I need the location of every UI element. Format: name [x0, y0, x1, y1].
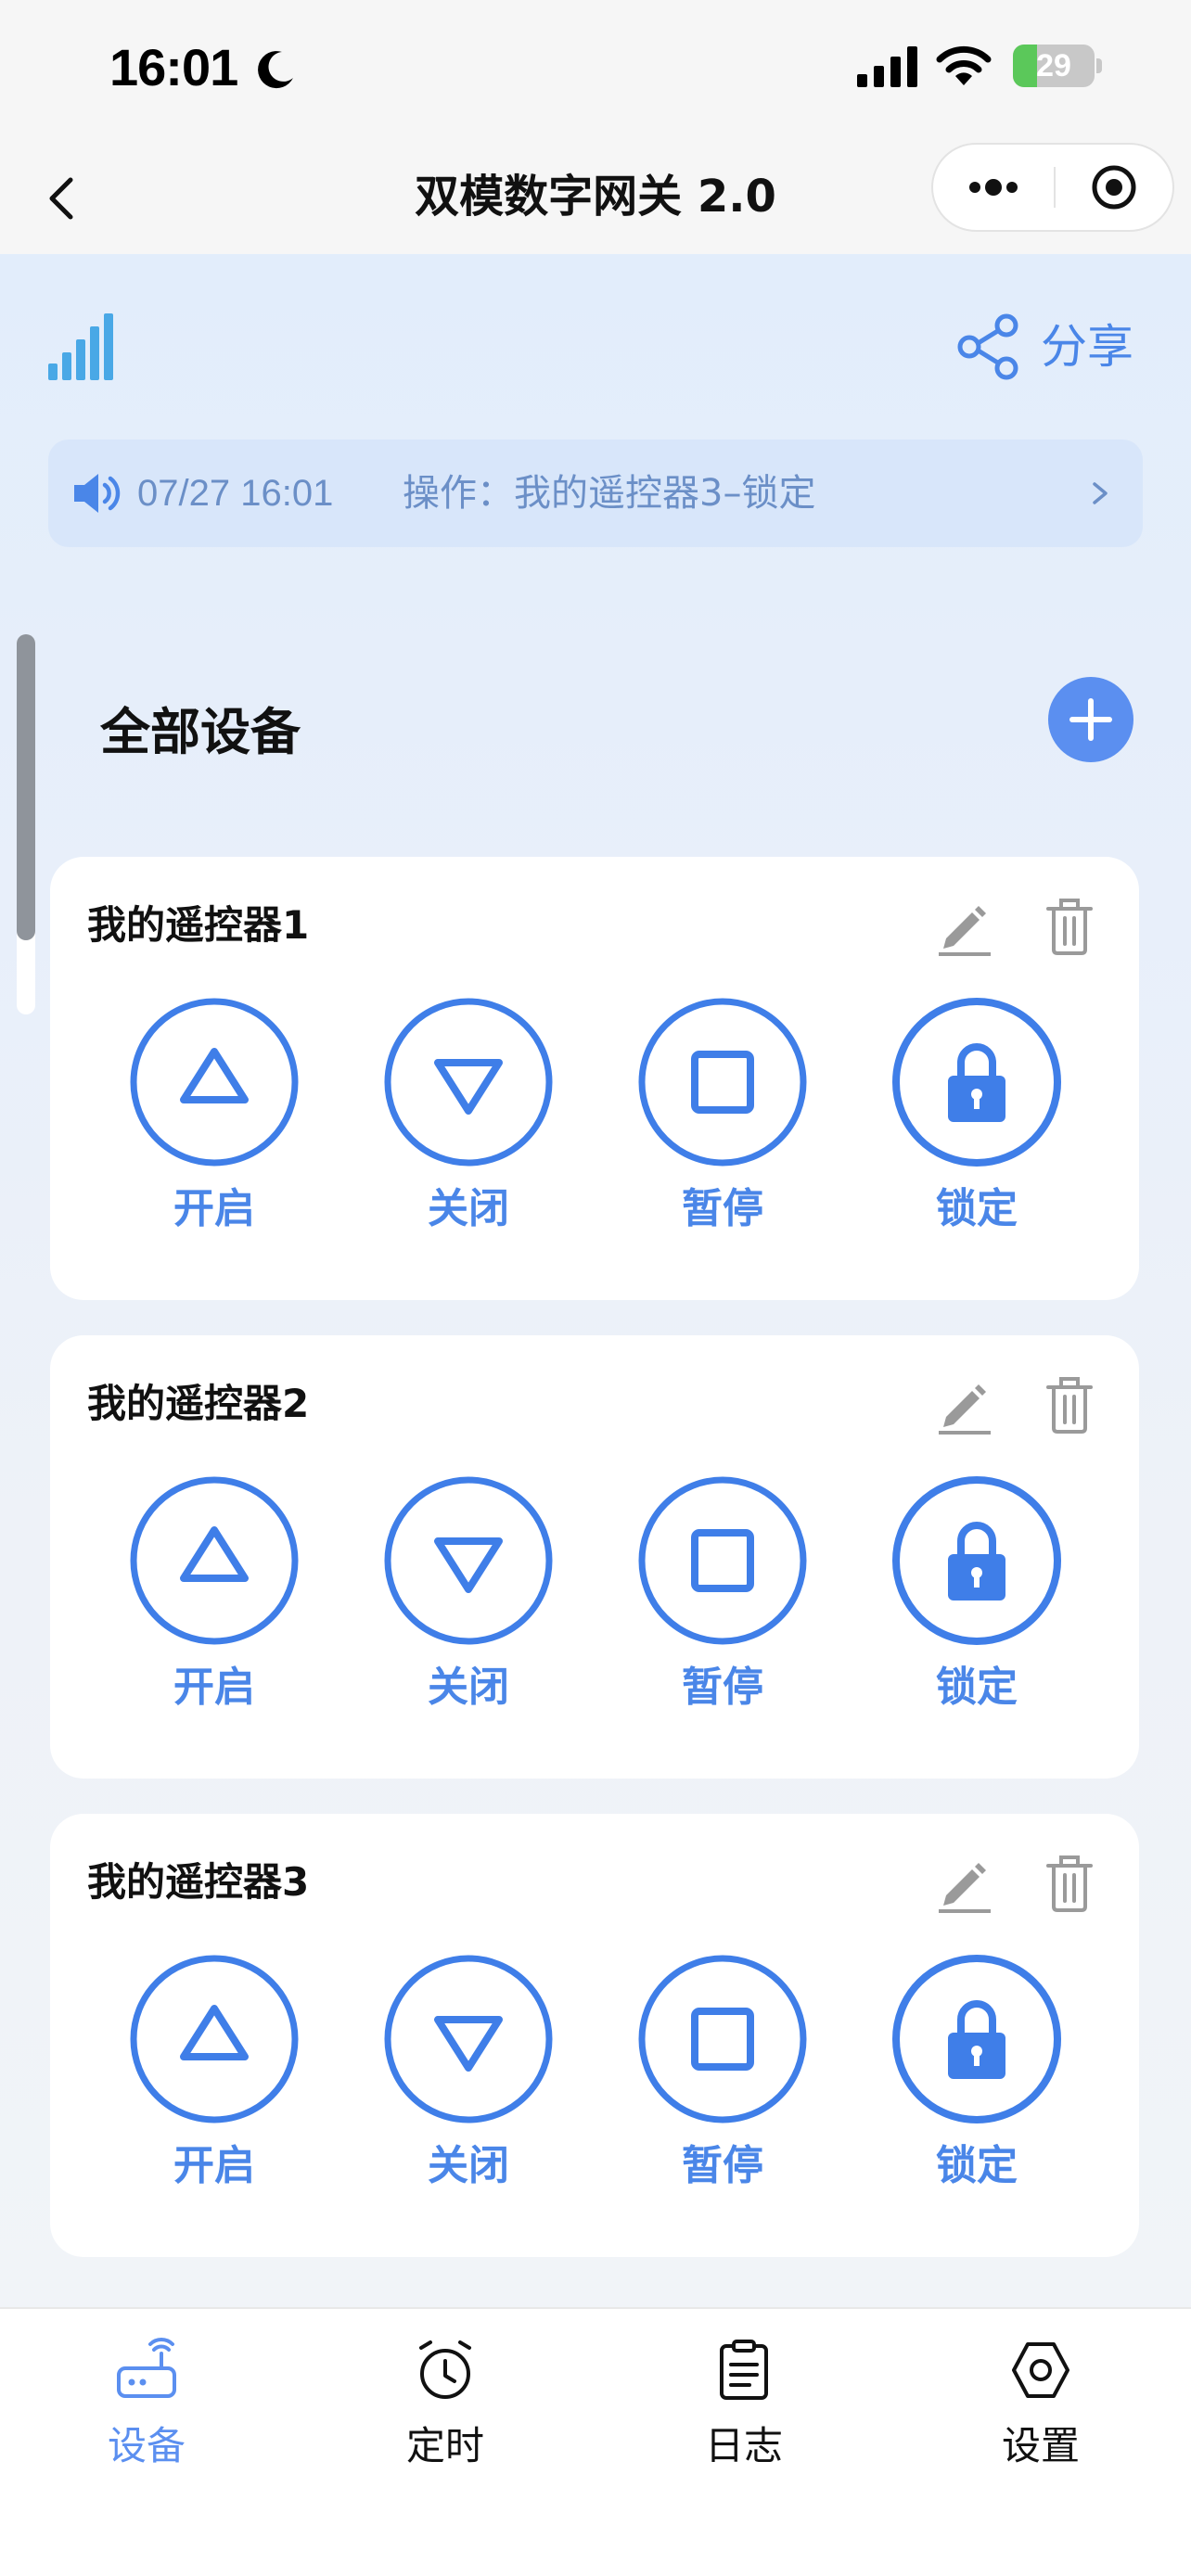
lock-icon	[892, 998, 1061, 1167]
tab-timer[interactable]: 定时	[352, 2337, 538, 2485]
delete-button[interactable]	[1035, 1371, 1104, 1439]
notice-text: 操作：我的遥控器3–锁定	[403, 472, 816, 515]
lock-button[interactable]: 锁定	[890, 996, 1063, 1237]
cellular-signal-icon	[857, 46, 917, 87]
open-button[interactable]: 开启	[128, 996, 301, 1237]
operation-notice[interactable]: 07/27 16:01 操作：我的遥控器3–锁定	[48, 440, 1143, 547]
stop-square-icon	[638, 1955, 807, 2123]
tab-label: 日志	[704, 2423, 783, 2468]
status-bar: 16:01 29	[0, 0, 1191, 139]
edit-button[interactable]	[929, 1371, 998, 1439]
lock-button[interactable]: 锁定	[890, 1953, 1063, 2194]
scrollbar-thumb[interactable]	[17, 634, 35, 940]
triangle-up-icon	[130, 1955, 299, 2123]
trash-icon	[1046, 899, 1093, 955]
triangle-down-icon	[384, 998, 553, 1167]
close-label: 关闭	[428, 1664, 509, 1711]
battery-percent: 29	[1036, 48, 1071, 83]
trash-icon	[1046, 1855, 1093, 1912]
plus-icon	[1069, 698, 1112, 741]
close-miniprogram-button[interactable]	[1056, 145, 1172, 230]
tab-settings[interactable]: 设置	[948, 2337, 1133, 2485]
section-title: 全部设备	[100, 703, 301, 761]
lock-button[interactable]: 锁定	[890, 1474, 1063, 1715]
lock-icon	[892, 1476, 1061, 1645]
open-label: 开启	[173, 2142, 255, 2189]
device-card: 我的遥控器1 开启 关闭 暂停 锁定	[50, 857, 1139, 1300]
lock-label: 锁定	[936, 2142, 1018, 2189]
trash-icon	[1046, 1377, 1093, 1434]
target-circle-icon	[1092, 165, 1136, 210]
edit-button[interactable]	[929, 892, 998, 961]
pencil-icon	[939, 906, 991, 956]
share-label: 分享	[1041, 320, 1133, 374]
chevron-left-icon	[49, 177, 73, 220]
tab-bar: 设备 定时 日志 设置	[0, 2307, 1191, 2576]
device-name: 我的遥控器2	[87, 1381, 310, 1426]
open-label: 开启	[173, 1185, 255, 1232]
chevron-right-icon	[1093, 482, 1108, 504]
share-button[interactable]: 分享	[954, 312, 1148, 382]
scrollbar[interactable]	[17, 634, 35, 1014]
pause-label: 暂停	[682, 2142, 763, 2189]
router-icon	[117, 2338, 176, 2398]
tab-label: 设备	[107, 2423, 186, 2468]
close-button[interactable]: 关闭	[382, 996, 555, 1237]
open-button[interactable]: 开启	[128, 1474, 301, 1715]
tab-label: 设置	[1001, 2423, 1080, 2468]
pencil-icon	[939, 1384, 991, 1435]
pause-label: 暂停	[682, 1185, 763, 1232]
main-content[interactable]: 分享 07/27 16:01 操作：我的遥控器3–锁定 全部设备 我的遥控器1	[0, 254, 1191, 2307]
tab-devices[interactable]: 设备	[54, 2337, 239, 2485]
delete-button[interactable]	[1035, 1849, 1104, 1918]
back-button[interactable]	[37, 159, 111, 234]
alarm-clock-icon	[419, 2340, 471, 2399]
open-button[interactable]: 开启	[128, 1953, 301, 2194]
pencil-icon	[939, 1863, 991, 1913]
hexagon-settings-icon	[1012, 2342, 1069, 2398]
nav-bar: 双模数字网关 2.0	[0, 139, 1191, 254]
open-label: 开启	[173, 1664, 255, 1711]
pause-button[interactable]: 暂停	[636, 996, 809, 1237]
share-icon	[957, 313, 1018, 380]
device-name: 我的遥控器1	[87, 902, 310, 948]
signal-strength-icon	[48, 313, 113, 380]
triangle-up-icon	[130, 1476, 299, 1645]
status-time: 16:01	[109, 38, 238, 96]
lock-icon	[892, 1955, 1061, 2123]
pause-button[interactable]: 暂停	[636, 1953, 809, 2194]
speaker-icon	[74, 474, 121, 513]
pause-label: 暂停	[682, 1664, 763, 1711]
lock-label: 锁定	[936, 1664, 1018, 1711]
triangle-down-icon	[384, 1476, 553, 1645]
wifi-icon	[936, 45, 992, 85]
tab-logs[interactable]: 日志	[651, 2337, 837, 2485]
moon-icon	[258, 51, 293, 89]
close-button[interactable]: 关闭	[382, 1474, 555, 1715]
pause-button[interactable]: 暂停	[636, 1474, 809, 1715]
device-card: 我的遥控器2 开启 关闭 暂停 锁定	[50, 1335, 1139, 1779]
stop-square-icon	[638, 1476, 807, 1645]
device-name: 我的遥控器3	[87, 1859, 310, 1905]
tab-label: 定时	[405, 2423, 484, 2468]
mini-program-capsule	[931, 143, 1174, 232]
delete-button[interactable]	[1035, 892, 1104, 961]
battery-indicator: 29	[1013, 45, 1102, 87]
stop-square-icon	[638, 998, 807, 1167]
more-button[interactable]	[933, 145, 1054, 230]
close-button[interactable]: 关闭	[382, 1953, 555, 2194]
close-label: 关闭	[428, 1185, 509, 1232]
triangle-up-icon	[130, 998, 299, 1167]
more-dots-icon	[969, 179, 1018, 196]
close-label: 关闭	[428, 2142, 509, 2189]
lock-label: 锁定	[936, 1185, 1018, 1232]
device-card: 我的遥控器3 开启 关闭 暂停 锁定	[50, 1814, 1139, 2257]
notice-time: 07/27 16:01	[137, 473, 334, 514]
triangle-down-icon	[384, 1955, 553, 2123]
edit-button[interactable]	[929, 1849, 998, 1918]
clipboard-icon	[720, 2340, 768, 2400]
add-device-button[interactable]	[1048, 677, 1133, 762]
